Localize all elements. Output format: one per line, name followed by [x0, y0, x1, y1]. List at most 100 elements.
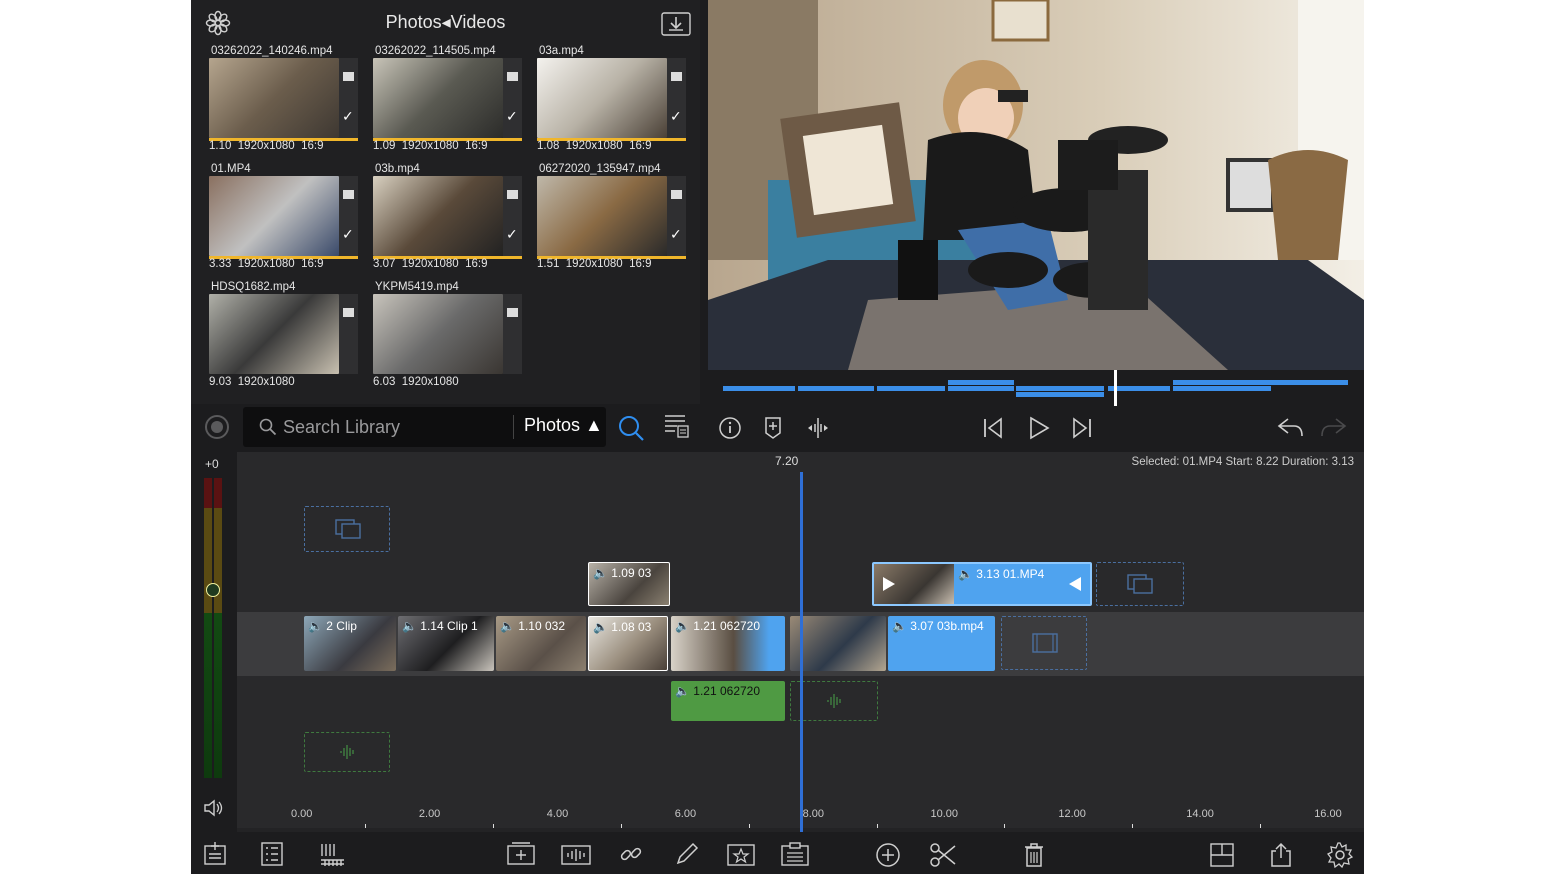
- thumbnail-side-strip: [503, 294, 522, 374]
- thumbnail-aspect: 16:9: [629, 258, 652, 270]
- track-offset-label: +0: [205, 457, 219, 471]
- add-icon[interactable]: [875, 842, 901, 868]
- video-type-icon: [343, 72, 354, 81]
- ruler-label: 12.00: [1058, 808, 1086, 820]
- volume-knob[interactable]: [206, 583, 220, 597]
- clipboard-icon[interactable]: [781, 842, 809, 866]
- library-thumbnail[interactable]: HDSQ1682.mp4 9.03 1920x1080: [209, 281, 359, 391]
- list-options-icon[interactable]: [663, 413, 689, 439]
- add-marker-icon[interactable]: [764, 416, 782, 440]
- skip-back-icon[interactable]: [982, 416, 1004, 440]
- layout-icon[interactable]: [1209, 842, 1235, 868]
- overlay-clip[interactable]: 🔈 1.09 03: [588, 562, 670, 606]
- search-toggle-icon[interactable]: [617, 414, 645, 442]
- library-thumbnail[interactable]: 01.MP4 ✓ 3.33 1920x1080 16:9: [209, 163, 359, 273]
- video-type-icon: [507, 190, 518, 199]
- scrubber-track: [723, 370, 1348, 406]
- thumbnail-side-strip: ✓: [503, 176, 522, 256]
- thumbnail-side-strip: ✓: [667, 58, 686, 138]
- thumbnail-info: 3.07 1920x1080 16:9: [373, 258, 487, 270]
- info-icon[interactable]: [718, 416, 742, 440]
- thumbnail-duration: 1.51: [537, 258, 560, 270]
- favorite-clip-icon[interactable]: [727, 842, 755, 866]
- scissors-icon[interactable]: [929, 842, 957, 868]
- thumbnail-resolution: 1920x1080: [237, 140, 295, 152]
- undo-icon[interactable]: [1276, 416, 1304, 438]
- video-preview[interactable]: [708, 0, 1364, 370]
- ruler-label: 8.00: [802, 808, 825, 820]
- video-drop-placeholder[interactable]: [304, 506, 390, 552]
- split-icon[interactable]: [806, 416, 830, 440]
- thumbnail-aspect: 16:9: [629, 140, 652, 152]
- settings-gear-icon[interactable]: [1327, 842, 1353, 868]
- link-icon[interactable]: [619, 842, 643, 866]
- film-icon: [1032, 633, 1058, 653]
- add-audio-icon[interactable]: [561, 842, 591, 866]
- import-icon[interactable]: [661, 12, 691, 36]
- play-icon[interactable]: [1028, 416, 1050, 440]
- video-type-icon: [507, 308, 518, 317]
- search-input[interactable]: [283, 415, 503, 439]
- ruler-label: 14.00: [1186, 808, 1214, 820]
- checkmark-icon: ✓: [670, 226, 682, 242]
- library-thumbnail[interactable]: 03262022_114505.mp4 ✓ 1.09 1920x1080 16:9: [373, 45, 523, 155]
- thumbnail-duration: 9.03: [209, 376, 232, 388]
- record-button[interactable]: [205, 415, 229, 439]
- trim-right-handle-icon[interactable]: [1068, 576, 1082, 592]
- speaker-icon[interactable]: [203, 798, 225, 818]
- trash-icon[interactable]: [1023, 842, 1045, 868]
- thumbnail-image: [209, 294, 339, 374]
- redo-icon[interactable]: [1320, 416, 1348, 438]
- checkmark-icon: ✓: [342, 226, 354, 242]
- library-thumbnail[interactable]: 03a.mp4 ✓ 1.08 1920x1080 16:9: [537, 45, 687, 155]
- skip-forward-icon[interactable]: [1071, 416, 1093, 440]
- ruler-tick: [1004, 824, 1006, 828]
- thumbnail-filename: 03262022_114505.mp4: [375, 45, 496, 57]
- timeline-zoom-icon[interactable]: [319, 842, 345, 866]
- library-thumbnail[interactable]: YKPM5419.mp4 6.03 1920x1080: [373, 281, 523, 391]
- thumbnail-resolution: 1920x1080: [237, 258, 295, 270]
- ruler-label: 2.00: [418, 808, 441, 820]
- library-thumbnail[interactable]: 03b.mp4 ✓ 3.07 1920x1080 16:9: [373, 163, 523, 273]
- preview-frame-image: [708, 0, 1364, 370]
- timeline-clip[interactable]: 🔈 1.21 062720: [671, 616, 785, 671]
- source-select[interactable]: Photos ▲: [513, 415, 603, 439]
- timeline-scrubber[interactable]: [708, 370, 1364, 406]
- video-drop-placeholder[interactable]: [1096, 562, 1184, 606]
- audio-drop-placeholder[interactable]: [304, 732, 390, 772]
- thumbnail-resolution: 1920x1080: [565, 140, 623, 152]
- timeline: +0 7.20 Selected: 01.MP4 Start: 8.22 Dur…: [191, 452, 1364, 832]
- library-title[interactable]: Photos◂Videos: [191, 12, 700, 33]
- add-title-icon[interactable]: [507, 842, 535, 866]
- audio-meter-column: +0: [191, 452, 237, 832]
- audio-clip[interactable]: 🔈 1.21 062720: [671, 681, 785, 721]
- list-view-icon[interactable]: [261, 842, 283, 866]
- trim-left-handle-icon[interactable]: [882, 576, 896, 592]
- thumbnail-duration: 1.09: [373, 140, 396, 152]
- audio-drop-placeholder[interactable]: [790, 681, 878, 721]
- video-drop-placeholder[interactable]: [1001, 616, 1087, 670]
- library-thumbnail[interactable]: 06272020_135947.mp4 ✓ 1.51 1920x1080 16:9: [537, 163, 687, 273]
- library-thumbnail[interactable]: 03262022_140246.mp4 ✓ 1.10 1920x1080 16:9: [209, 45, 359, 155]
- thumbnail-duration: 1.10: [209, 140, 232, 152]
- playhead[interactable]: [800, 472, 803, 832]
- ruler-label: 16.00: [1314, 808, 1342, 820]
- timeline-clip[interactable]: 🔈 2 Clip: [304, 616, 396, 671]
- overlay-clip-selected[interactable]: 🔈 3.13 01.MP4: [872, 562, 1092, 606]
- media-library-panel: Photos◂Videos 03262022_140246.mp4 ✓ 1.10 1…: [191, 0, 700, 404]
- share-icon[interactable]: [1269, 842, 1293, 868]
- timeline-clip[interactable]: 🔈 1.14 Clip 1: [398, 616, 494, 671]
- film-icon: [1127, 574, 1153, 594]
- ruler-tick: [748, 824, 750, 828]
- timeline-clip[interactable]: 🔈 1.10 032: [496, 616, 586, 671]
- thumbnail-image: [209, 58, 339, 138]
- pencil-icon[interactable]: [675, 842, 699, 866]
- timeline-clip[interactable]: [790, 616, 886, 671]
- project-icon[interactable]: [203, 842, 227, 866]
- film-icon: [335, 519, 361, 539]
- timeline-clip[interactable]: 🔈 3.07 03b.mp4: [888, 616, 995, 671]
- video-editor-app: Photos◂Videos 03262022_140246.mp4 ✓ 1.10 1…: [191, 0, 1364, 874]
- checkmark-icon: ✓: [342, 108, 354, 124]
- thumbnail-aspect: 16:9: [465, 140, 488, 152]
- timeline-clip[interactable]: 🔈 1.08 03: [588, 616, 668, 671]
